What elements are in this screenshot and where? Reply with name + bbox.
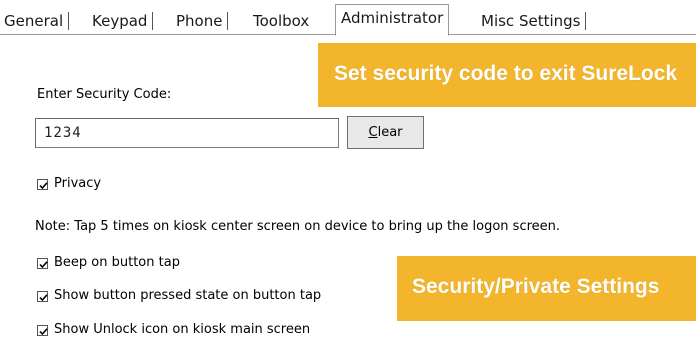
tab-phone[interactable]: Phone	[172, 9, 229, 33]
check-mark-icon	[39, 294, 48, 302]
tab-toolbox[interactable]: Toolbox	[249, 9, 313, 33]
pressed-state-label: Show button pressed state on button tap	[54, 288, 322, 303]
security-code-input[interactable]: 1234	[35, 118, 339, 148]
unlock-icon-checkbox[interactable]	[37, 325, 48, 336]
clear-button[interactable]: Clear	[347, 116, 424, 149]
beep-checkbox[interactable]	[37, 258, 48, 269]
check-mark-icon	[39, 261, 48, 269]
callout-security-code: Set security code to exit SureLock	[318, 43, 696, 107]
clear-button-mnemonic: C	[368, 125, 378, 140]
security-code-label: Enter Security Code:	[37, 87, 172, 102]
callout-security-private-settings: Security/Private Settings	[397, 256, 696, 321]
unlock-icon-label: Show Unlock icon on kiosk main screen	[54, 322, 311, 337]
check-mark-icon	[39, 182, 48, 190]
tab-bar: General Keypad Phone Toolbox Administrat…	[0, 0, 696, 36]
tab-general[interactable]: General	[0, 9, 70, 33]
beep-label: Beep on button tap	[54, 255, 180, 270]
privacy-label: Privacy	[54, 176, 102, 191]
tab-misc-settings[interactable]: Misc Settings	[477, 9, 587, 33]
check-mark-icon	[39, 328, 48, 336]
tab-keypad[interactable]: Keypad	[88, 9, 154, 33]
tab-administrator[interactable]: Administrator	[335, 4, 450, 36]
logon-note: Note: Tap 5 times on kiosk center screen…	[35, 219, 561, 234]
clear-button-label: lear	[377, 125, 403, 140]
pressed-state-checkbox[interactable]	[37, 291, 48, 302]
privacy-checkbox[interactable]	[37, 179, 48, 190]
